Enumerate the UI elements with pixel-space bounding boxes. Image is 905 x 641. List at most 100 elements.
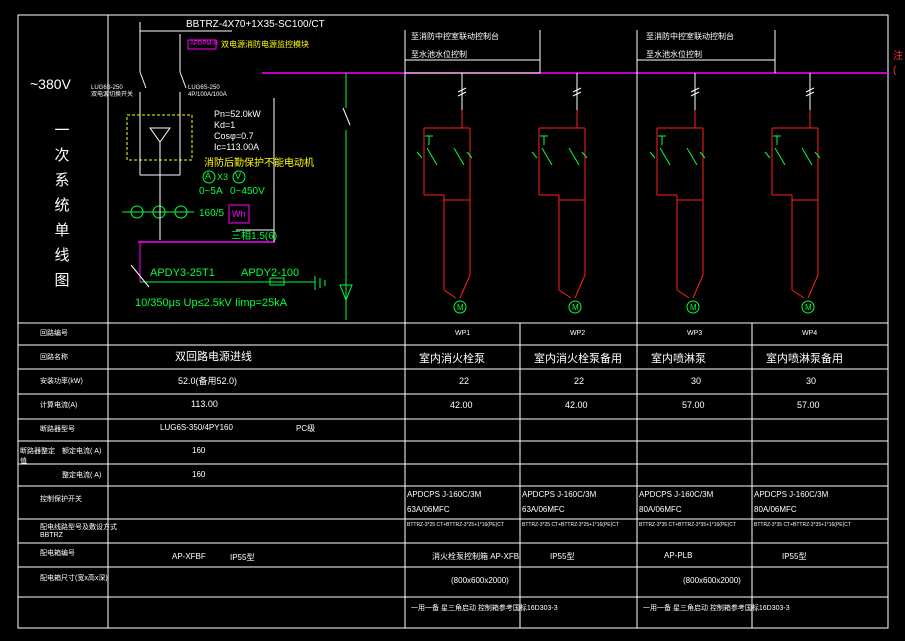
load-param: Cosφ=0.7 bbox=[214, 131, 254, 141]
current-transformers bbox=[122, 205, 194, 219]
diagram-title-char: 一 bbox=[54, 122, 70, 139]
system-voltage: ~380V bbox=[30, 76, 71, 92]
circuit-cable: BTTRZ-3*25 CT+BTTRZ-3*25+1*16(PE)CT bbox=[522, 522, 619, 528]
row-label: 额定电流( A) bbox=[62, 448, 102, 455]
row-label: 回路编号 bbox=[40, 330, 68, 337]
single-line-diagram: MMMM bbox=[17, 14, 889, 629]
main-power: 52.0(备用52.0) bbox=[178, 376, 238, 386]
circuit-current: 57.00 bbox=[682, 400, 705, 410]
feeder-header-2-line2: 至水池水位控制 bbox=[646, 50, 702, 59]
diagram-vertical-title: 一次系统单线图 bbox=[52, 118, 72, 293]
motor-feeders: MMMM bbox=[416, 73, 821, 314]
atse-monitor-note: 双电源消防电源监控模块 bbox=[221, 40, 309, 49]
main-name: 双回路电源进线 bbox=[175, 351, 252, 363]
box-ip: IP55型 bbox=[550, 552, 575, 561]
contactor bbox=[416, 151, 423, 159]
circuit-switch-rating: 80A/06MFC bbox=[639, 505, 682, 514]
box-size: (800x600x2000) bbox=[451, 576, 509, 585]
circuit-no: WP4 bbox=[802, 330, 818, 337]
box-note: 一用一备 星三角启动 控制箱参考国标16D303-3 bbox=[643, 605, 790, 612]
contactor bbox=[764, 151, 771, 159]
motor-letter: M bbox=[457, 303, 464, 312]
row-label: 回路名称 bbox=[40, 354, 68, 361]
row-label: 断路器型号 bbox=[40, 426, 75, 433]
circuit-name: 室内消火栓泵备用 bbox=[534, 353, 622, 365]
diagram-title-char: 统 bbox=[54, 197, 70, 214]
diagram-title-char: 系 bbox=[54, 172, 70, 189]
voltmeter-range: 0~450V bbox=[230, 186, 265, 197]
incoming-cable-spec: BBTRZ-4X70+1X35-SC100/CT bbox=[186, 19, 325, 30]
row-label: 计算电流(A) bbox=[40, 402, 78, 409]
motor-letter: M bbox=[805, 303, 812, 312]
ct3-label: 三相1.5(6) bbox=[231, 231, 278, 242]
row-label: 控制保护开关 bbox=[40, 496, 82, 503]
box-label: 消火栓泵控制箱 AP-XFB bbox=[432, 552, 520, 561]
main-breaker: LUG6S-350/4PY160 bbox=[160, 423, 233, 432]
circuit-switch: APDCPS J-160C/3M bbox=[407, 490, 482, 499]
circuit-switch-rating: 63A/06MFC bbox=[407, 505, 450, 514]
diagram-title-char: 线 bbox=[54, 247, 70, 264]
switch-right-label: LUG6S-250 4P/100A/100A bbox=[188, 85, 227, 98]
circuit-no: WP2 bbox=[570, 330, 586, 337]
feeder-header-1-line2: 至水池水位控制 bbox=[411, 50, 467, 59]
meter-count: X3 bbox=[217, 172, 229, 182]
diagram-title-char: 次 bbox=[54, 147, 70, 164]
circuit-no: WP1 bbox=[455, 330, 471, 337]
load-param: Ic=113.00A bbox=[214, 142, 260, 152]
right-edge-note: 注 ( bbox=[893, 51, 903, 76]
main-box-no: AP-XFBF bbox=[172, 552, 206, 561]
circuit-cable: BTTRZ-3*25 CT+BTTRZ-3*25+1*16(PE)CT bbox=[407, 522, 504, 528]
row-label: 安装功率(kW) bbox=[40, 378, 83, 385]
surge-right-label: APDY2-100 bbox=[241, 267, 300, 279]
row-group-label: 断路器整定值 bbox=[20, 448, 55, 465]
atse-tag: APDPM-H bbox=[190, 41, 218, 47]
main-breaker-suffix: PC级 bbox=[296, 424, 316, 433]
main-setting: 160 bbox=[192, 470, 206, 479]
box-note: 一用一备 星三角启动 控制箱参考国标16D303-3 bbox=[411, 605, 558, 612]
circuit-power: 30 bbox=[806, 376, 817, 386]
main-current: 113.00 bbox=[191, 399, 218, 409]
circuit-power: 30 bbox=[691, 376, 702, 386]
kwh-label: Wh bbox=[232, 209, 246, 219]
ammeter-letter: A bbox=[205, 171, 212, 181]
box-label: AP-PLB bbox=[664, 551, 693, 560]
load-param: Kd=1 bbox=[214, 120, 236, 130]
row-label: 配电箱编号 bbox=[40, 550, 75, 557]
circuit-current: 42.00 bbox=[450, 400, 473, 410]
switch-left-label: LUG6S-250 双电源切换开关 bbox=[91, 85, 134, 98]
circuit-switch: APDCPS J-160C/3M bbox=[522, 490, 597, 499]
diagram-title-char: 单 bbox=[54, 222, 70, 239]
motor-letter: M bbox=[572, 303, 579, 312]
circuit-current: 57.00 bbox=[797, 400, 820, 410]
row-label: 配电线路型号及敷设方式 bbox=[40, 524, 117, 531]
circuit-switch-rating: 63A/06MFC bbox=[522, 505, 565, 514]
circuit-power: 22 bbox=[574, 376, 585, 386]
row-sub-note: BBTRZ bbox=[40, 532, 63, 539]
circuit-switch: APDCPS J-160C/3M bbox=[754, 490, 829, 499]
ct-ratio: 160/5 bbox=[199, 208, 225, 219]
circuit-switch-rating: 80A/06MFC bbox=[754, 505, 797, 514]
circuit-name: 室内喷淋泵 bbox=[651, 353, 706, 365]
circuit-cable: BTTRZ-3*35 CT+BTTRZ-3*35+1*16(PE)CT bbox=[639, 522, 736, 528]
circuit-power: 22 bbox=[459, 376, 470, 386]
box-size: (800x600x2000) bbox=[683, 576, 741, 585]
feeder-header-2-line1: 至消防中控室联动控制台 bbox=[646, 32, 734, 41]
main-rated: 160 bbox=[192, 446, 206, 455]
circuit-name: 室内喷淋泵备用 bbox=[766, 353, 843, 365]
contactor bbox=[649, 151, 656, 159]
circuit-no: WP3 bbox=[687, 330, 703, 337]
surge-left-label: APDY3-25T1 bbox=[150, 267, 215, 279]
surge-spec: 10/350μs Up≤2.5kV Iimp=25kA bbox=[135, 297, 288, 309]
fire-note: 消防后勤保护不能电动机 bbox=[204, 158, 314, 169]
row-label: 整定电流( A) bbox=[62, 472, 102, 479]
circuit-switch: APDCPS J-160C/3M bbox=[639, 490, 714, 499]
row-label: 配电箱尺寸(宽x高x深) bbox=[40, 575, 108, 582]
voltmeter-letter: V bbox=[235, 171, 242, 181]
drawing-frame bbox=[17, 14, 889, 629]
contactor bbox=[531, 151, 538, 159]
circuit-name: 室内消火栓泵 bbox=[419, 353, 485, 365]
feeder-header-1-line1: 至消防中控室联动控制台 bbox=[411, 32, 499, 41]
circuit-current: 42.00 bbox=[565, 400, 588, 410]
motor-letter: M bbox=[690, 303, 697, 312]
load-params: Pn=52.0kW Kd=1 Cosφ=0.7 Ic=113.00A bbox=[214, 109, 261, 153]
